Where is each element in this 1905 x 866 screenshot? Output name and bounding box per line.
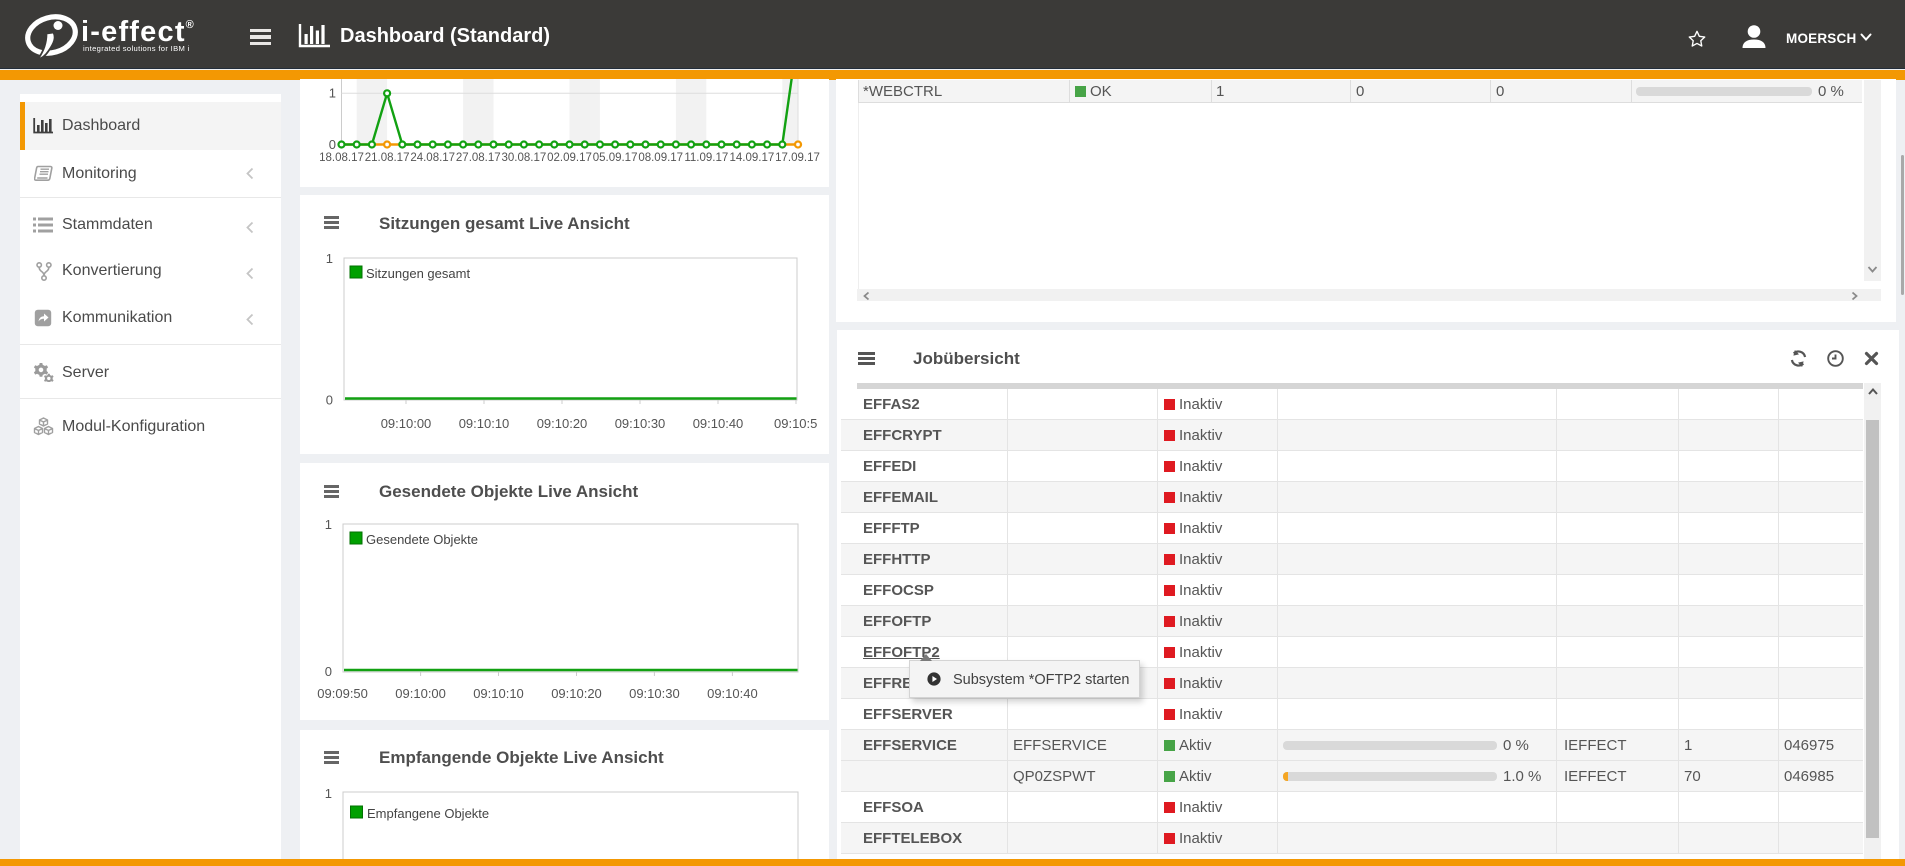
svg-text:14.09.17: 14.09.17 <box>730 152 775 164</box>
svg-text:09:10:20: 09:10:20 <box>537 416 588 431</box>
svg-text:Gesendete Objekte: Gesendete Objekte <box>366 532 478 547</box>
svg-text:09:10:40: 09:10:40 <box>693 416 744 431</box>
svg-text:Empfangene Objekte: Empfangene Objekte <box>367 806 489 821</box>
svg-text:09:10:20: 09:10:20 <box>551 686 602 701</box>
svg-text:09:10:00: 09:10:00 <box>395 686 446 701</box>
svg-text:24.08.17: 24.08.17 <box>410 152 455 164</box>
svg-text:Sitzungen gesamt: Sitzungen gesamt <box>366 266 470 281</box>
svg-text:09:09:50: 09:09:50 <box>317 686 368 701</box>
svg-text:0: 0 <box>329 137 336 152</box>
svg-text:08.09.17: 08.09.17 <box>638 152 683 164</box>
svg-text:09:10:5: 09:10:5 <box>774 416 817 431</box>
svg-text:09:10:10: 09:10:10 <box>473 686 524 701</box>
svg-text:0: 0 <box>326 393 333 408</box>
svg-text:21.08.17: 21.08.17 <box>365 152 410 164</box>
svg-text:0: 0 <box>325 664 332 679</box>
svg-text:09:10:10: 09:10:10 <box>459 416 510 431</box>
svg-text:09:10:30: 09:10:30 <box>615 416 666 431</box>
svg-text:30.08.17: 30.08.17 <box>502 152 547 164</box>
svg-text:1: 1 <box>325 786 332 801</box>
svg-text:1: 1 <box>329 86 336 101</box>
svg-text:09:10:30: 09:10:30 <box>629 686 680 701</box>
svg-text:09:10:00: 09:10:00 <box>381 416 432 431</box>
svg-text:17.09.17: 17.09.17 <box>775 152 820 164</box>
svg-text:27.08.17: 27.08.17 <box>456 152 501 164</box>
svg-text:1: 1 <box>326 251 333 266</box>
svg-text:02.09.17: 02.09.17 <box>547 152 592 164</box>
svg-text:09:10:40: 09:10:40 <box>707 686 758 701</box>
svg-text:05.09.17: 05.09.17 <box>593 152 638 164</box>
svg-text:11.09.17: 11.09.17 <box>684 152 728 164</box>
svg-text:1: 1 <box>325 517 332 532</box>
svg-text:18.08.17: 18.08.17 <box>319 152 364 164</box>
